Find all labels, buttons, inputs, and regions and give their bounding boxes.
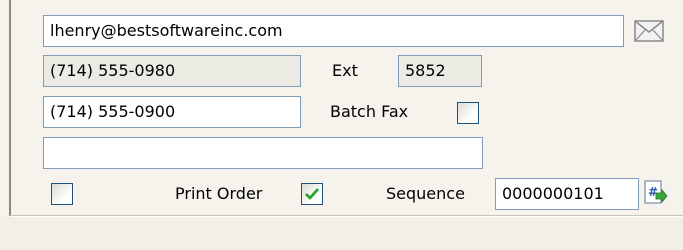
fax-field[interactable]: (714) 555-0900 [43,96,301,128]
print-order-checkbox[interactable] [301,183,323,205]
batch-fax-label: Batch Fax [330,102,409,121]
lower-band [0,217,683,250]
ext-label: Ext [332,61,358,80]
sequence-value: 0000000101 [502,184,604,203]
checkmark-icon [305,188,319,200]
email-value: lhenry@bestsoftwareinc.com [50,21,283,40]
phone-value: (714) 555-0980 [50,61,176,80]
sequence-field[interactable]: 0000000101 [495,178,639,210]
next-number-icon[interactable]: # [644,180,668,210]
email-field[interactable]: lhenry@bestsoftwareinc.com [43,15,624,47]
extra-field[interactable] [43,137,483,169]
contact-panel: lhenry@bestsoftwareinc.com (714) 555-098… [9,0,683,217]
unlabeled-checkbox[interactable] [51,183,73,205]
sequence-label: Sequence [386,184,465,203]
print-order-label: Print Order [175,184,263,203]
batch-fax-checkbox[interactable] [457,102,479,124]
phone-field[interactable]: (714) 555-0980 [43,55,301,87]
envelope-icon[interactable] [634,20,664,46]
ext-value: 5852 [405,61,446,80]
ext-field[interactable]: 5852 [398,55,482,87]
fax-value: (714) 555-0900 [50,102,176,121]
